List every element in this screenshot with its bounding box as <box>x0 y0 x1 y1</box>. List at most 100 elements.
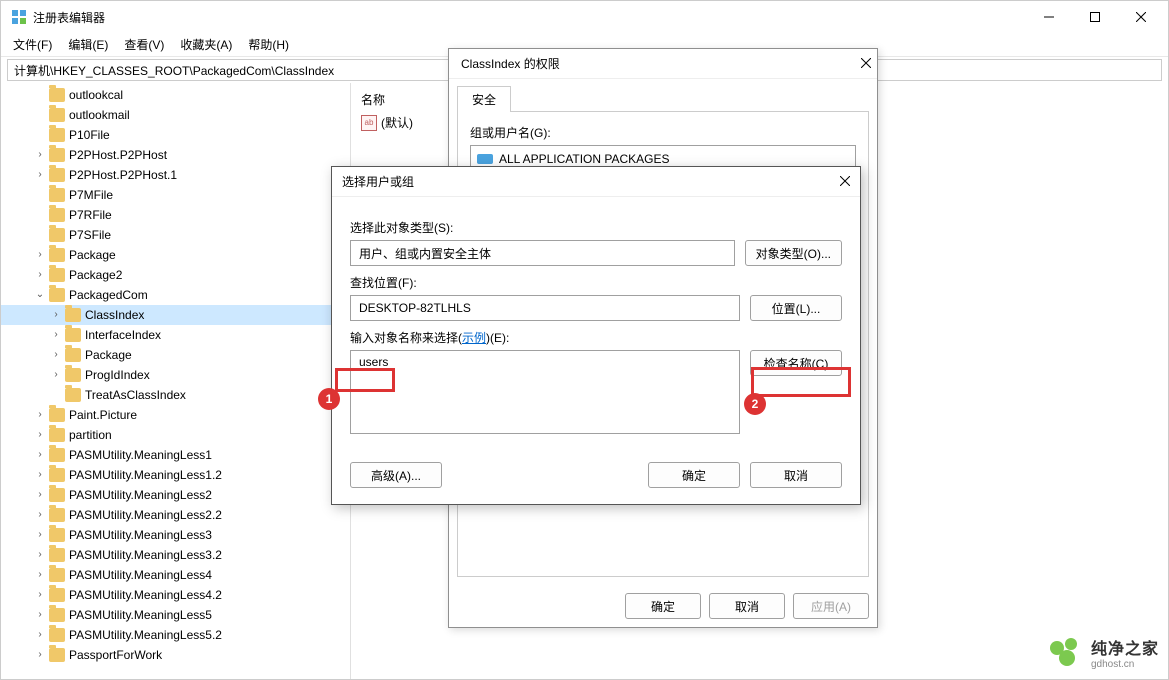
tree-item[interactable]: › PASMUtility.MeaningLess3.2 <box>1 545 350 565</box>
folder-icon <box>49 248 65 262</box>
apply-button[interactable]: 应用(A) <box>793 593 869 619</box>
tree-item[interactable]: outlookcal <box>1 85 350 105</box>
tree-item[interactable]: ›PASMUtility.MeaningLess5 <box>1 605 350 625</box>
tree-item[interactable]: ›PASMUtility.MeaningLess3 <box>1 525 350 545</box>
value-name: (默认) <box>381 114 413 131</box>
locations-button[interactable]: 位置(L)... <box>750 295 842 321</box>
tree-item[interactable]: ›PASMUtility.MeaningLess4.2 <box>1 585 350 605</box>
chevron-right-icon[interactable]: › <box>33 525 47 545</box>
tree-item[interactable]: ›PASMUtility.MeaningLess2.2 <box>1 505 350 525</box>
folder-icon <box>65 368 81 382</box>
folder-icon <box>65 348 81 362</box>
object-name-input[interactable]: users <box>350 350 740 434</box>
folder-icon <box>49 288 65 302</box>
permissions-close-icon[interactable] <box>861 57 871 71</box>
chevron-right-icon[interactable]: › <box>33 485 47 505</box>
folder-icon <box>49 228 65 242</box>
tree-item[interactable]: P7RFile <box>1 205 350 225</box>
group-icon <box>477 152 493 166</box>
ok-button[interactable]: 确定 <box>625 593 701 619</box>
tree-item[interactable]: ›PASMUtility.MeaningLess1 <box>1 445 350 465</box>
chevron-right-icon[interactable]: › <box>33 565 47 585</box>
chevron-right-icon[interactable]: › <box>33 585 47 605</box>
chevron-right-icon[interactable]: › <box>33 645 47 665</box>
chevron-right-icon[interactable]: › <box>49 325 63 345</box>
tree-item[interactable]: ›Package <box>1 345 350 365</box>
folder-icon <box>49 208 65 222</box>
tree-item[interactable]: › partition <box>1 425 350 445</box>
menu-file[interactable]: 文件(F) <box>5 34 60 55</box>
menu-edit[interactable]: 编辑(E) <box>60 34 116 55</box>
maximize-button[interactable] <box>1072 1 1118 33</box>
minimize-button[interactable] <box>1026 1 1072 33</box>
folder-icon <box>49 608 65 622</box>
chevron-right-icon[interactable]: › <box>33 145 47 165</box>
tree-item[interactable]: ›P2PHost.P2PHost <box>1 145 350 165</box>
tree-item[interactable]: P7MFile <box>1 185 350 205</box>
chevron-right-icon[interactable]: › <box>33 545 47 565</box>
tree-item[interactable]: ›PASMUtility.MeaningLess5.2 <box>1 625 350 645</box>
object-type-field: 用户、组或内置安全主体 <box>350 240 735 266</box>
tree-item-label: P7RFile <box>69 205 112 225</box>
tree-item[interactable]: ›PASMUtility.MeaningLess1.2 <box>1 465 350 485</box>
menu-favorites[interactable]: 收藏夹(A) <box>172 34 240 55</box>
tree-item-label: Package <box>69 245 116 265</box>
folder-icon <box>49 528 65 542</box>
chevron-right-icon[interactable]: › <box>33 445 47 465</box>
chevron-right-icon[interactable]: › <box>33 625 47 645</box>
chevron-right-icon[interactable]: › <box>33 425 47 445</box>
chevron-right-icon[interactable]: › <box>49 345 63 365</box>
tree-item-label: P10File <box>69 125 110 145</box>
tree-item[interactable]: ›PassportForWork <box>1 645 350 665</box>
tree-item-label: outlookmail <box>69 105 130 125</box>
check-names-button[interactable]: 检查名称(C) <box>750 350 842 376</box>
select-close-icon[interactable] <box>840 175 850 189</box>
tree-item[interactable]: outlookmail <box>1 105 350 125</box>
menu-help[interactable]: 帮助(H) <box>240 34 297 55</box>
close-button[interactable] <box>1118 1 1164 33</box>
folder-icon <box>49 648 65 662</box>
folder-icon <box>49 188 65 202</box>
tree-panel[interactable]: outlookcaloutlookmailP10File›P2PHost.P2P… <box>1 83 351 679</box>
chevron-right-icon[interactable]: › <box>33 405 47 425</box>
chevron-down-icon[interactable]: ⌄ <box>33 285 47 305</box>
tree-item-label: partition <box>69 425 112 445</box>
tree-item[interactable]: ›Package2 <box>1 265 350 285</box>
advanced-button[interactable]: 高级(A)... <box>350 462 442 488</box>
chevron-right-icon[interactable]: › <box>33 505 47 525</box>
tree-item[interactable]: ›ClassIndex <box>1 305 350 325</box>
chevron-right-icon[interactable]: › <box>33 165 47 185</box>
chevron-right-icon[interactable]: › <box>49 305 63 325</box>
tree-item-label: PASMUtility.MeaningLess3.2 <box>69 545 222 565</box>
chevron-right-icon[interactable]: › <box>33 605 47 625</box>
ok-button[interactable]: 确定 <box>648 462 740 488</box>
folder-icon <box>49 448 65 462</box>
chevron-right-icon[interactable]: › <box>33 245 47 265</box>
tree-item[interactable]: TreatAsClassIndex <box>1 385 350 405</box>
examples-link[interactable]: 示例 <box>462 331 486 345</box>
tree-item[interactable]: ›ProgIdIndex <box>1 365 350 385</box>
chevron-right-icon[interactable]: › <box>33 465 47 485</box>
tree-item[interactable]: P7SFile <box>1 225 350 245</box>
folder-icon <box>49 568 65 582</box>
tree-item[interactable]: ⌄PackagedCom <box>1 285 350 305</box>
object-types-button[interactable]: 对象类型(O)... <box>745 240 842 266</box>
cancel-button[interactable]: 取消 <box>709 593 785 619</box>
tree-item[interactable]: ›P2PHost.P2PHost.1 <box>1 165 350 185</box>
chevron-right-icon[interactable]: › <box>49 365 63 385</box>
tree-item[interactable]: ›Paint.Picture <box>1 405 350 425</box>
folder-icon <box>49 88 65 102</box>
menu-view[interactable]: 查看(V) <box>116 34 172 55</box>
select-user-group-dialog: 选择用户或组 选择此对象类型(S): 用户、组或内置安全主体 对象类型(O)..… <box>331 166 861 505</box>
cancel-button[interactable]: 取消 <box>750 462 842 488</box>
chevron-right-icon[interactable]: › <box>33 265 47 285</box>
tree-item[interactable]: ›InterfaceIndex <box>1 325 350 345</box>
tree-item[interactable]: ›PASMUtility.MeaningLess4 <box>1 565 350 585</box>
tree-item-label: P7SFile <box>69 225 111 245</box>
tree-item[interactable]: ›PASMUtility.MeaningLess2 <box>1 485 350 505</box>
tree-item[interactable]: › Package <box>1 245 350 265</box>
list-item-label: ALL APPLICATION PACKAGES <box>499 152 670 166</box>
location-label: 查找位置(F): <box>350 274 842 291</box>
tab-security[interactable]: 安全 <box>457 86 511 112</box>
tree-item[interactable]: P10File <box>1 125 350 145</box>
